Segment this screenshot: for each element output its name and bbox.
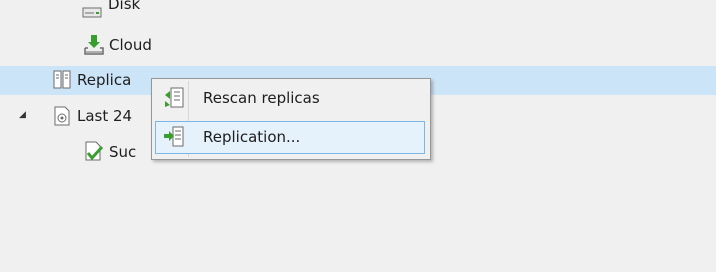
menu-item-rescan-replicas[interactable]: Rescan replicas (155, 82, 425, 115)
disk-icon (82, 0, 102, 20)
tree-item-label: Last 24 (77, 107, 133, 125)
menu-item-label: Rescan replicas (203, 89, 320, 107)
job-history-icon (52, 106, 72, 126)
tree-item-cloud[interactable]: Cloud (0, 31, 716, 60)
menu-item-replication[interactable]: Replication... (155, 121, 425, 154)
tree-item-label: Replica (77, 71, 132, 89)
rescan-icon (163, 87, 185, 109)
tree-item-label: Suc (109, 143, 137, 161)
cloud-icon (84, 34, 104, 55)
expand-arrow-icon[interactable]: ◢ (19, 110, 26, 120)
success-icon (83, 141, 104, 161)
replica-icon (52, 70, 72, 90)
replication-icon (163, 126, 185, 148)
tree-item-disk[interactable]: Disk (0, 0, 716, 21)
context-menu: Rescan replicas Replication... (151, 78, 431, 160)
menu-item-label: Replication... (203, 128, 301, 146)
tree-item-label: Disk (108, 0, 141, 13)
tree-item-label: Cloud (109, 36, 152, 54)
